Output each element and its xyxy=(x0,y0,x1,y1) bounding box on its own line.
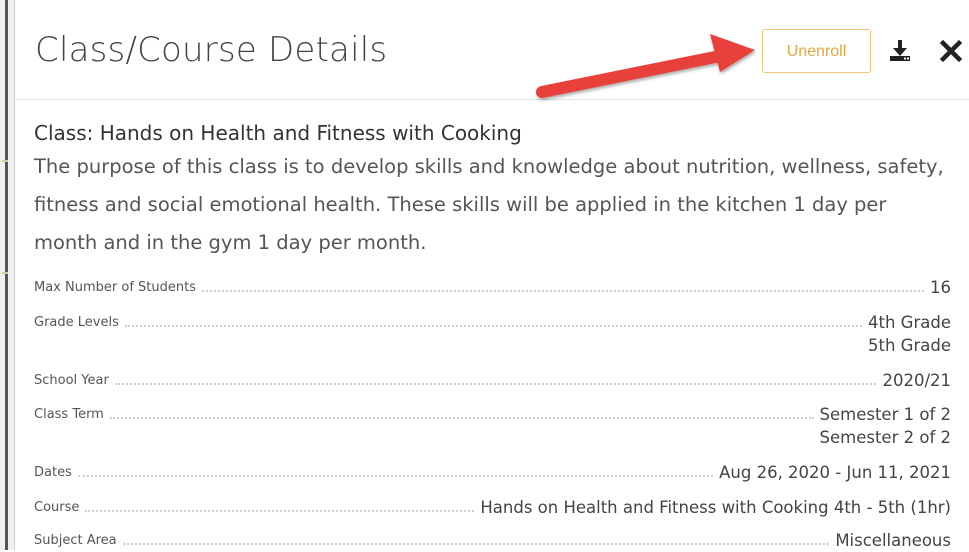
class-term-value: Semester 2 of 2 xyxy=(819,428,951,447)
dotted-leader xyxy=(114,369,877,385)
grade-level-value: 4th Grade xyxy=(868,313,951,332)
detail-row-subject-area: Subject Area Miscellaneous xyxy=(34,529,951,552)
dates-value: Aug 26, 2020 - Jun 11, 2021 xyxy=(719,463,951,482)
school-year-value: 2020/21 xyxy=(882,371,951,390)
download-button[interactable] xyxy=(887,38,913,64)
detail-value: Semester 1 of 2 Semester 2 of 2 xyxy=(820,403,951,449)
dotted-leader xyxy=(122,529,830,545)
detail-label: Subject Area xyxy=(34,533,117,548)
detail-label: Dates xyxy=(34,465,72,480)
dotted-leader xyxy=(109,403,814,419)
detail-value: 2020/21 xyxy=(882,369,951,392)
detail-row-dates: Dates Aug 26, 2020 - Jun 11, 2021 xyxy=(34,461,951,484)
detail-label: Max Number of Students xyxy=(34,280,196,295)
edge-marker xyxy=(2,272,8,274)
detail-label: Course xyxy=(34,500,80,515)
class-info: Class: Hands on Health and Fitness with … xyxy=(34,118,951,262)
dotted-leader xyxy=(85,496,475,512)
grade-level-value: 5th Grade xyxy=(868,336,951,355)
detail-row-school-year: School Year 2020/21 xyxy=(34,369,951,392)
unenroll-button[interactable]: Unenroll xyxy=(762,29,871,73)
detail-value: 16 xyxy=(930,276,951,299)
close-button[interactable] xyxy=(938,38,964,64)
detail-value: Miscellaneous xyxy=(835,529,951,552)
close-icon xyxy=(939,39,963,63)
detail-row-grade-levels: Grade Levels 4th Grade 5th Grade xyxy=(34,311,951,357)
download-icon xyxy=(890,40,910,61)
course-value: Hands on Health and Fitness with Cooking… xyxy=(480,498,951,517)
detail-value: Aug 26, 2020 - Jun 11, 2021 xyxy=(719,461,951,484)
dialog-title: Class/Course Details xyxy=(35,30,388,70)
class-name: Class: Hands on Health and Fitness with … xyxy=(34,121,522,145)
detail-label: Grade Levels xyxy=(34,315,119,330)
dialog-header: Class/Course Details Unenroll xyxy=(15,0,969,100)
detail-label: School Year xyxy=(34,373,109,388)
detail-row-course: Course Hands on Health and Fitness with … xyxy=(34,496,951,519)
detail-label: Class Term xyxy=(34,407,104,422)
class-term-value: Semester 1 of 2 xyxy=(819,405,951,424)
dotted-leader xyxy=(124,311,863,327)
class-description: The purpose of this class is to develop … xyxy=(34,155,944,254)
detail-row-max-students: Max Number of Students 16 xyxy=(34,276,951,299)
detail-row-class-term: Class Term Semester 1 of 2 Semester 2 of… xyxy=(34,403,951,449)
left-panel-edge xyxy=(0,0,15,550)
detail-value: Hands on Health and Fitness with Cooking… xyxy=(480,496,951,519)
subject-area-value: Miscellaneous xyxy=(835,531,951,550)
edge-marker xyxy=(2,160,8,162)
panel-divider xyxy=(5,0,8,550)
detail-value: 4th Grade 5th Grade xyxy=(868,311,951,357)
dotted-leader xyxy=(77,461,714,477)
max-students-value: 16 xyxy=(930,278,951,297)
dotted-leader xyxy=(201,276,924,292)
